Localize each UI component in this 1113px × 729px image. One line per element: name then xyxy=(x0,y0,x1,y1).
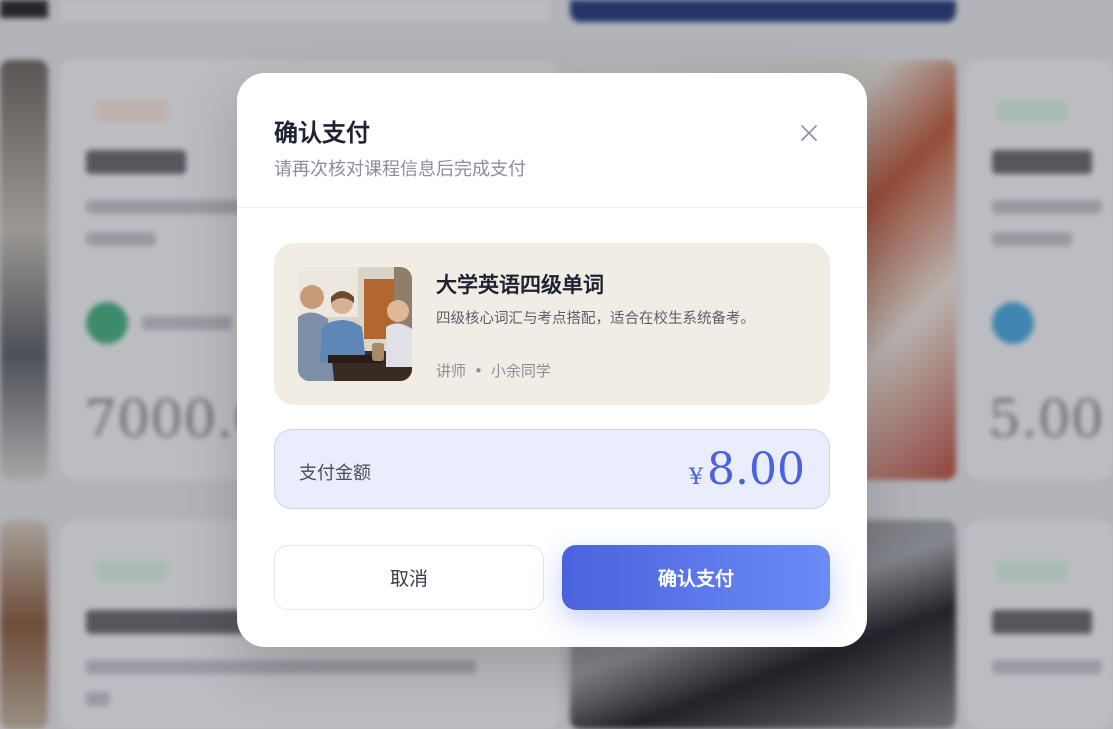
amount-number: 8.00 xyxy=(707,444,805,495)
close-icon xyxy=(801,125,817,141)
close-button[interactable] xyxy=(795,119,823,147)
course-thumbnail xyxy=(298,267,412,381)
teacher-name: 小余同学 xyxy=(490,362,551,380)
payment-amount-value: ¥8.00 xyxy=(689,444,805,495)
payment-amount-box: 支付金额 ¥8.00 xyxy=(274,429,830,509)
dialog-header: 确认支付 请再次核对课程信息后完成支付 xyxy=(237,73,867,208)
dialog-title: 确认支付 xyxy=(274,119,370,147)
course-photo xyxy=(298,267,412,381)
confirm-payment-button[interactable]: 确认支付 xyxy=(562,545,830,610)
cancel-button[interactable]: 取消 xyxy=(274,545,544,610)
teacher-label: 讲师 xyxy=(436,362,467,380)
dialog-subtitle: 请再次核对课程信息后完成支付 xyxy=(274,159,526,180)
course-description: 四级核心词汇与考点搭配，适合在校生系统备考。 xyxy=(436,311,755,327)
course-info-card: 大学英语四级单词 四级核心词汇与考点搭配，适合在校生系统备考。 讲师 • 小余同学 xyxy=(274,243,830,405)
teacher-separator: • xyxy=(474,362,483,380)
course-title: 大学英语四级单词 xyxy=(436,273,604,297)
course-teacher: 讲师 • 小余同学 xyxy=(436,360,551,381)
payment-amount-label: 支付金额 xyxy=(299,463,371,484)
currency-symbol: ¥ xyxy=(689,465,704,490)
payment-confirm-dialog: 确认支付 请再次核对课程信息后完成支付 大学英语四级单词 四级核心词汇与考点搭配… xyxy=(237,73,867,647)
